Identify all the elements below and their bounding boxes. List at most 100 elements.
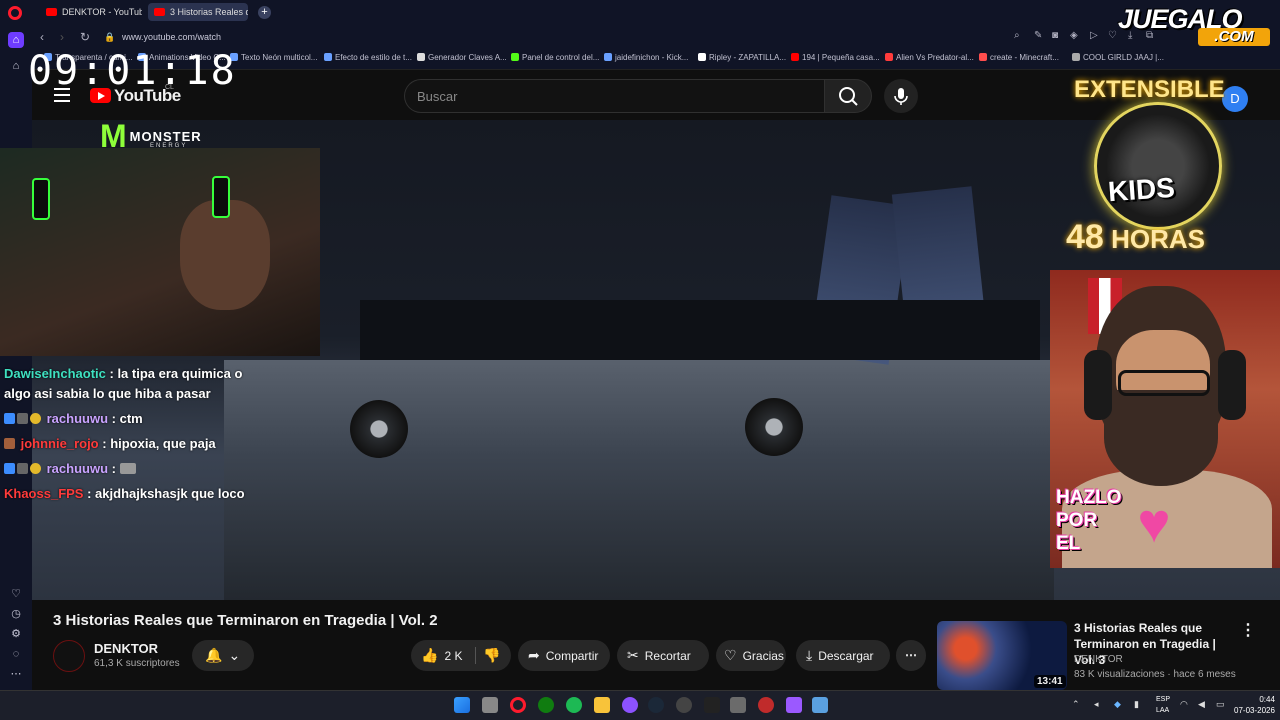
bookmark-item[interactable]: Efecto de estilo de t...	[324, 53, 412, 62]
bookmark-item[interactable]: Panel de control del...	[511, 53, 599, 62]
home-icon[interactable]: ⌂	[8, 32, 24, 48]
stream-clock: 09:01:18	[28, 48, 237, 94]
windows-start-icon[interactable]	[454, 697, 470, 713]
recommended-meta: 83 K visualizaciones · hace 6 meses	[1074, 669, 1236, 680]
tray-icon[interactable]: ◂	[1094, 699, 1099, 710]
energy-can	[32, 178, 50, 220]
system-clock[interactable]: 0:44 07-03-2026	[1234, 694, 1275, 716]
share-icon: ➦	[528, 647, 540, 663]
bookmark-item[interactable]: 194 | Pequeña casa...	[791, 53, 880, 62]
bookmark-item[interactable]: jaidefinichon - Kick...	[604, 53, 688, 62]
thanks-button[interactable]: ♡ Gracias	[716, 640, 786, 671]
wifi-icon[interactable]: ◠	[1180, 699, 1188, 710]
notifications-button[interactable]: 🔔 ⌄	[192, 640, 254, 671]
more-icon[interactable]: ⋯	[8, 666, 24, 682]
youtube-favicon-icon	[154, 8, 165, 16]
app-icon[interactable]	[786, 697, 802, 713]
chat-user: rachuuwu	[46, 411, 109, 426]
bookmark-item[interactable]: create - Minecraft...	[979, 53, 1059, 62]
obs-icon[interactable]	[676, 697, 692, 713]
chat-message: rachuuwu : ctm	[4, 411, 143, 426]
gift-badge-icon	[30, 413, 41, 424]
keyboard-language[interactable]: ESP LAA	[1156, 694, 1170, 716]
voice-search-button[interactable]	[884, 79, 918, 113]
video-scene-stretcher	[360, 300, 1040, 360]
discord-icon[interactable]	[622, 697, 638, 713]
dislike-icon[interactable]: 👎	[483, 640, 500, 671]
pin-icon[interactable]: ⌂	[8, 58, 24, 74]
minecraft-icon[interactable]	[730, 697, 746, 713]
search-input[interactable]	[404, 79, 824, 113]
share-button[interactable]: ➦ Compartir	[518, 640, 610, 671]
settings-icon[interactable]: ⚙	[8, 626, 24, 642]
bookmark-icon	[979, 53, 987, 61]
opera-menu-icon[interactable]	[8, 6, 22, 20]
forward-icon[interactable]: ›	[60, 30, 64, 44]
bell-icon: 🔔	[205, 647, 223, 663]
play-icon[interactable]: ▷	[1090, 30, 1098, 41]
bookmark-item[interactable]: Alien Vs Predator-al...	[885, 53, 974, 62]
new-tab-button[interactable]: +	[258, 6, 271, 19]
history-icon[interactable]: ◷	[8, 606, 24, 622]
bookmark-item[interactable]: Generador Claves A...	[417, 53, 507, 62]
juegalo-logo-suffix: .COM	[1198, 28, 1270, 46]
bookmark-icon	[511, 53, 519, 61]
steam-icon[interactable]	[648, 697, 664, 713]
sub-badge-icon	[17, 413, 28, 424]
heart-outline-icon[interactable]: ♡	[1108, 30, 1117, 41]
lock-icon: 🔒	[104, 32, 116, 42]
clip-button[interactable]: ✂ Recortar	[617, 640, 709, 671]
chevron-up-icon[interactable]: ⌃	[1072, 699, 1080, 710]
like-icon[interactable]: 👍	[421, 640, 438, 671]
monster-subtitle: ENERGY	[150, 143, 188, 149]
volume-icon[interactable]: ◀	[1198, 699, 1205, 710]
task-view-icon[interactable]	[482, 697, 498, 713]
camera-icon[interactable]: ◙	[1052, 30, 1058, 41]
heart-icon[interactable]: ♡	[8, 586, 24, 602]
folder-icon[interactable]	[594, 697, 610, 713]
mic-tray-icon[interactable]: ▮	[1134, 699, 1139, 710]
search-page-icon[interactable]: ⌕	[1014, 30, 1020, 41]
reload-icon[interactable]: ↻	[80, 30, 90, 44]
channel-avatar[interactable]	[53, 640, 85, 672]
capcut-icon[interactable]	[704, 697, 720, 713]
recommended-menu-icon[interactable]: ⋮	[1240, 620, 1256, 640]
bulb-icon[interactable]: ◌	[8, 646, 24, 662]
hours-label: 48 HORAS	[1066, 218, 1205, 256]
video-scene-floor	[224, 360, 1054, 600]
calculator-icon[interactable]	[812, 697, 828, 713]
browser-tab[interactable]: DENKTOR - YouTube	[40, 3, 142, 21]
spotify-icon[interactable]	[566, 697, 582, 713]
app-icon[interactable]	[758, 697, 774, 713]
headphones-left	[1084, 350, 1112, 420]
browser-tab-active[interactable]: 3 Historias Reales que	[148, 3, 248, 21]
recommended-channel[interactable]: DENKTOR	[1074, 654, 1123, 665]
back-icon[interactable]: ‹	[40, 30, 44, 44]
support-text: HAZLO POR EL	[1056, 487, 1122, 554]
chat-user: DawiseInchaotic	[4, 366, 106, 381]
shield-icon[interactable]: ◈	[1070, 30, 1078, 41]
url-field[interactable]: www.youtube.com/watch	[122, 32, 221, 42]
channel-name[interactable]: DENKTOR	[94, 641, 158, 656]
tab-label: 3 Historias Reales que	[170, 7, 248, 17]
chat-message: DawiseInchaotic : la tipa era quimica o	[4, 366, 242, 381]
account-avatar[interactable]: D	[1222, 86, 1248, 112]
bookmark-item[interactable]: Texto Neón multicol...	[230, 53, 317, 62]
more-actions-button[interactable]: ⋯	[896, 640, 926, 671]
chat-message: johnnie_rojo : hipoxia, que paja	[4, 436, 216, 451]
chat-user: Khaoss_FPS	[4, 486, 84, 501]
bookmark-item[interactable]: Ripley - ZAPATILLA...	[698, 53, 786, 62]
steam-tray-icon[interactable]: ◆	[1114, 699, 1121, 710]
bookmark-icon	[885, 53, 893, 61]
opera-icon[interactable]	[510, 697, 526, 713]
xbox-icon[interactable]	[538, 697, 554, 713]
sub-badge-icon	[4, 438, 15, 449]
bookmark-item[interactable]: COOL GIRLD JAAJ |...	[1072, 53, 1164, 62]
download-button[interactable]: ⤓ Descargar	[796, 640, 890, 671]
bookmark-icon	[791, 53, 799, 61]
like-count[interactable]: 2 K	[444, 649, 462, 663]
search-button[interactable]	[824, 79, 872, 113]
edit-icon[interactable]: ✎	[1034, 30, 1042, 41]
emote-icon	[119, 463, 136, 474]
battery-icon[interactable]: ▭	[1216, 699, 1225, 710]
